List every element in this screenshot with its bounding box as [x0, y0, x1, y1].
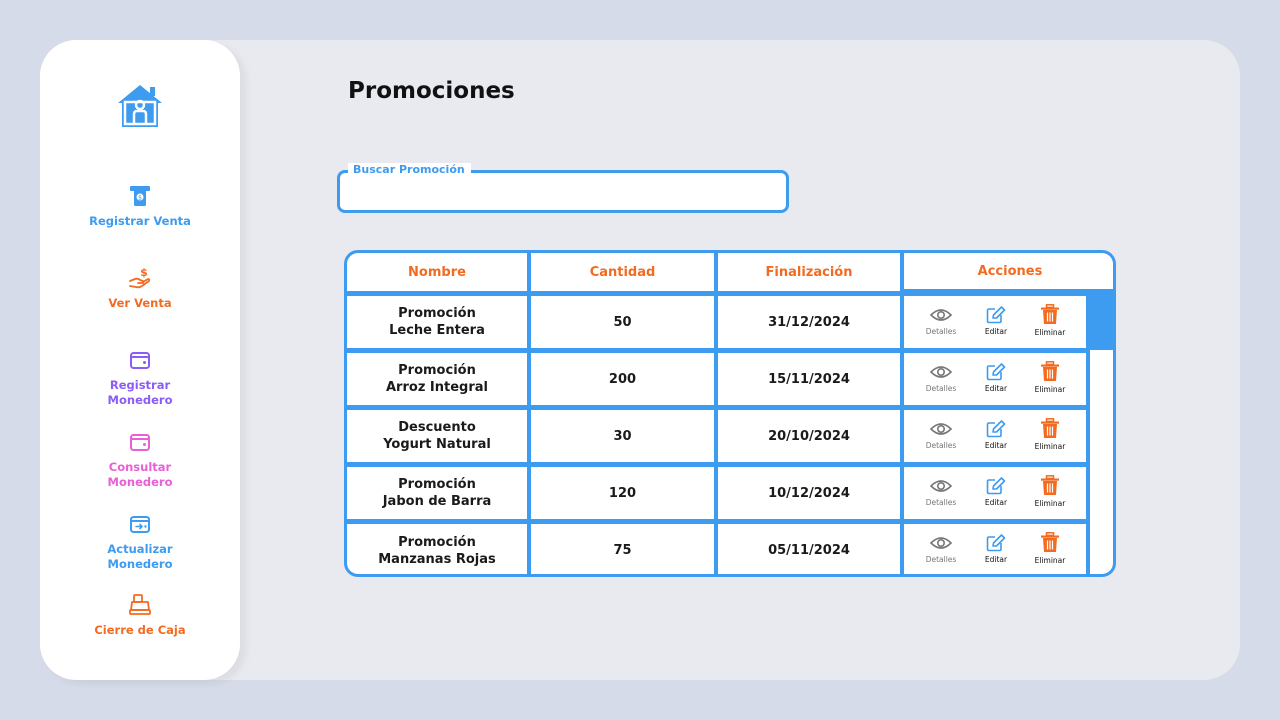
column-header-nombre[interactable]: Nombre	[347, 253, 527, 291]
details-button[interactable]: Detalles	[916, 363, 966, 393]
hand-money-icon: $	[129, 266, 151, 289]
column-header-cantidad[interactable]: Cantidad	[531, 253, 714, 291]
table-cell-acciones: Detalles Editar Eliminar	[904, 296, 1086, 348]
details-button[interactable]: Detalles	[916, 534, 966, 564]
delete-label: Eliminar	[1034, 385, 1066, 394]
edit-label: Editar	[984, 441, 1008, 450]
trash-icon	[1041, 361, 1059, 381]
search-field[interactable]	[337, 170, 789, 213]
table-cell-acciones: Detalles Editar Eliminar	[904, 410, 1086, 462]
table-cell-nombre: Promoción Leche Entera	[347, 296, 527, 348]
edit-label: Editar	[984, 327, 1008, 336]
table-cell-acciones: Detalles Editar Eliminar	[904, 353, 1086, 405]
table-cell-finalizacion: 20/10/2024	[718, 410, 900, 462]
sidebar-item-registrar-venta[interactable]: $ Registrar Venta	[40, 184, 240, 229]
table-cell-acciones: Detalles Editar Eliminar	[904, 467, 1086, 519]
details-button[interactable]: Detalles	[916, 306, 966, 336]
delete-button[interactable]: Eliminar	[1025, 304, 1075, 337]
details-label: Detalles	[925, 327, 957, 336]
table-cell-finalizacion: 31/12/2024	[718, 296, 900, 348]
trash-icon	[1041, 475, 1059, 495]
delete-label: Eliminar	[1034, 442, 1066, 451]
eye-icon	[930, 309, 952, 321]
svg-text:$: $	[140, 266, 148, 279]
sidebar-item-label: Consultar Monedero	[107, 460, 173, 489]
wallet-icon	[130, 434, 150, 451]
delete-button[interactable]: Eliminar	[1025, 361, 1075, 394]
table-cell-acciones: Detalles Editar Eliminar	[904, 524, 1086, 574]
table-cell-nombre: Promoción Manzanas Rojas	[347, 524, 527, 574]
eye-icon	[930, 366, 952, 378]
table-cell-cantidad: 120	[531, 467, 714, 519]
sidebar-item-label: Cierre de Caja	[94, 623, 186, 637]
edit-icon	[986, 363, 1006, 381]
trash-icon	[1041, 418, 1059, 438]
delete-button[interactable]: Eliminar	[1025, 532, 1075, 565]
edit-icon	[986, 477, 1006, 495]
delete-button[interactable]: Eliminar	[1025, 475, 1075, 508]
sidebar-item-registrar-monedero[interactable]: Registrar Monedero	[40, 348, 240, 408]
page-title: Promociones	[348, 78, 515, 104]
sidebar-item-actualizar-monedero[interactable]: Actualizar Monedero	[40, 512, 240, 572]
details-label: Detalles	[925, 555, 957, 564]
sidebar-item-label: Ver Venta	[108, 296, 172, 310]
svg-text:$: $	[138, 195, 142, 202]
details-button[interactable]: Detalles	[916, 477, 966, 507]
sidebar-item-label: Registrar Monedero	[107, 378, 173, 407]
column-header-acciones: Acciones	[904, 253, 1113, 289]
edit-button[interactable]: Editar	[971, 363, 1021, 393]
delete-label: Eliminar	[1034, 328, 1066, 337]
promotions-table: Nombre Cantidad Finalización Acciones Pr…	[344, 250, 1116, 577]
search-label: Buscar Promoción	[348, 163, 471, 176]
sidebar-item-cierre-de-caja[interactable]: Cierre de Caja	[40, 593, 240, 638]
column-header-finalizacion[interactable]: Finalización	[718, 253, 900, 291]
eye-icon	[930, 480, 952, 492]
sidebar: $ Registrar Venta $ Ver Venta Registrar …	[40, 40, 240, 680]
delete-button[interactable]: Eliminar	[1025, 418, 1075, 451]
edit-label: Editar	[984, 555, 1008, 564]
table-cell-cantidad: 75	[531, 524, 714, 574]
table-cell-cantidad: 50	[531, 296, 714, 348]
trash-icon	[1041, 532, 1059, 552]
details-label: Detalles	[925, 384, 957, 393]
edit-icon	[986, 420, 1006, 438]
table-cell-cantidad: 30	[531, 410, 714, 462]
table-cell-finalizacion: 10/12/2024	[718, 467, 900, 519]
edit-label: Editar	[984, 384, 1008, 393]
cash-register-icon	[129, 594, 151, 615]
table-cell-nombre: Promoción Arroz Integral	[347, 353, 527, 405]
sidebar-item-label: Actualizar Monedero	[107, 542, 173, 571]
edit-button[interactable]: Editar	[971, 477, 1021, 507]
details-label: Detalles	[925, 498, 957, 507]
edit-icon	[986, 534, 1006, 552]
table-cell-nombre: Descuento Yogurt Natural	[347, 410, 527, 462]
scrollbar-thumb[interactable]	[1090, 292, 1113, 350]
delete-label: Eliminar	[1034, 499, 1066, 508]
delete-label: Eliminar	[1034, 556, 1066, 565]
details-label: Detalles	[925, 441, 957, 450]
sidebar-item-ver-venta[interactable]: $ Ver Venta	[40, 266, 240, 311]
table-cell-cantidad: 200	[531, 353, 714, 405]
eye-icon	[930, 537, 952, 549]
table-cell-nombre: Promoción Jabon de Barra	[347, 467, 527, 519]
edit-icon	[986, 306, 1006, 324]
eye-icon	[930, 423, 952, 435]
sidebar-item-label: Registrar Venta	[89, 214, 191, 228]
atm-cash-icon: $	[130, 186, 150, 206]
home-icon[interactable]	[116, 83, 164, 129]
table-cell-finalizacion: 05/11/2024	[718, 524, 900, 574]
search-input[interactable]	[346, 179, 776, 205]
edit-button[interactable]: Editar	[971, 534, 1021, 564]
edit-label: Editar	[984, 498, 1008, 507]
trash-icon	[1041, 304, 1059, 324]
edit-button[interactable]: Editar	[971, 306, 1021, 336]
wallet-icon	[130, 352, 150, 369]
table-cell-finalizacion: 15/11/2024	[718, 353, 900, 405]
wallet-transfer-icon	[130, 516, 150, 533]
details-button[interactable]: Detalles	[916, 420, 966, 450]
edit-button[interactable]: Editar	[971, 420, 1021, 450]
sidebar-item-consultar-monedero[interactable]: Consultar Monedero	[40, 430, 240, 490]
